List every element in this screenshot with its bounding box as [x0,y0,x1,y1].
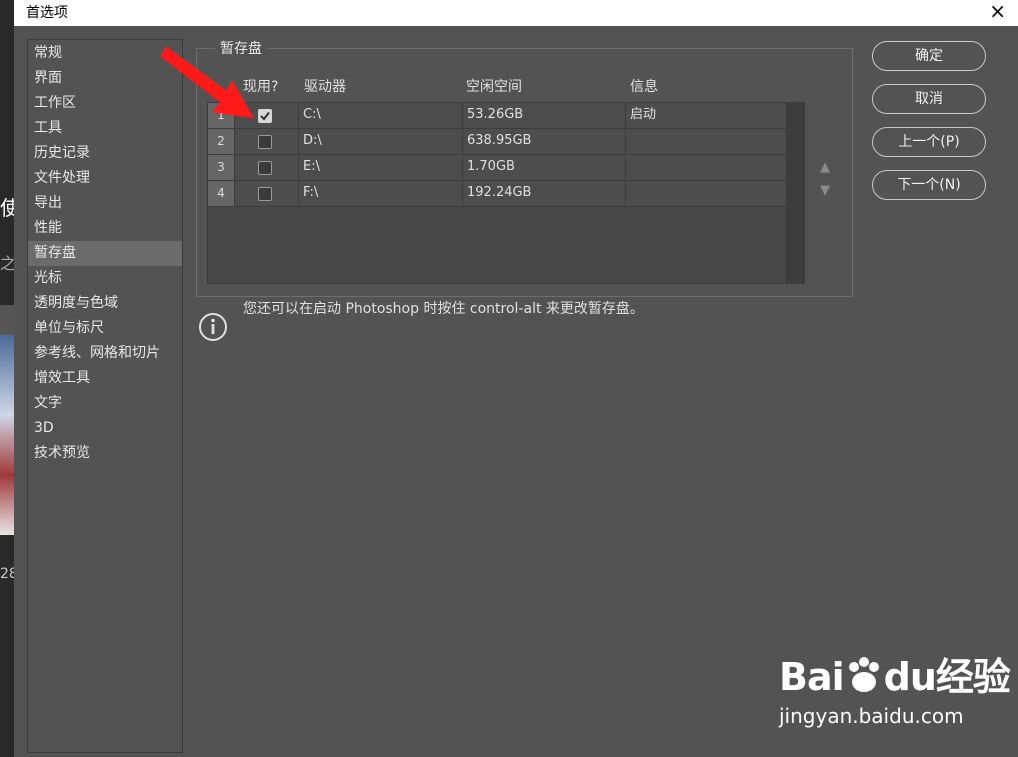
background-photo [0,335,14,535]
sidebar-item-history[interactable]: 历史记录 [28,141,182,166]
drive-cell: C:\ [298,103,462,128]
info-message: 您还可以在启动 Photoshop 时按住 control-alt 来更改暂存盘… [243,301,644,317]
move-up-icon[interactable]: ▲ [820,160,830,175]
sidebar-item-type[interactable]: 文字 [28,391,182,416]
cancel-button[interactable]: 取消 [872,84,986,114]
drive-cell: D:\ [298,129,462,154]
info-icon [199,313,227,341]
info-cell [625,155,786,180]
info-cell: 启动 [625,103,786,128]
active-checkbox-f[interactable] [258,187,272,201]
column-header-info: 信息 [630,79,658,95]
previous-button[interactable]: 上一个(P) [872,127,986,157]
free-space-cell: 53.26GB [462,103,625,128]
ok-button[interactable]: 确定 [872,41,986,71]
column-header-free-space: 空闲空间 [466,79,522,95]
row-number: 4 [208,181,234,206]
sidebar: 常规 界面 工作区 工具 历史记录 文件处理 导出 性能 暂存盘 光标 透明度与… [27,39,183,753]
row-number: 3 [208,155,234,180]
table-scrollbar[interactable] [786,103,804,283]
sidebar-item-plugins[interactable]: 增效工具 [28,366,182,391]
sidebar-item-transparency-gamut[interactable]: 透明度与色域 [28,291,182,316]
sidebar-item-performance[interactable]: 性能 [28,216,182,241]
baidu-jingyan-watermark: Bai du经验 jingyan.baidu.com [779,646,1011,728]
free-space-cell: 638.95GB [462,129,625,154]
sidebar-item-units-rulers[interactable]: 单位与标尺 [28,316,182,341]
sidebar-item-cursors[interactable]: 光标 [28,266,182,291]
table-row[interactable]: 4 F:\ 192.24GB [208,181,786,207]
column-header-drive: 驱动器 [304,79,346,95]
sidebar-item-file-handling[interactable]: 文件处理 [28,166,182,191]
sidebar-item-3d[interactable]: 3D [28,416,182,441]
sidebar-item-guides-grid-slices[interactable]: 参考线、网格和切片 [28,341,182,366]
drive-cell: F:\ [298,181,462,206]
free-space-cell: 1.70GB [462,155,625,180]
close-icon[interactable]: × [989,0,1006,23]
watermark-logo: Bai du经验 [779,655,1011,699]
red-arrow-annotation [160,46,254,118]
active-checkbox-e[interactable] [258,161,272,175]
info-cell [625,129,786,154]
next-button[interactable]: 下一个(N) [872,170,986,200]
free-space-cell: 192.24GB [462,181,625,206]
table-row[interactable]: 3 E:\ 1.70GB [208,155,786,181]
background-strip [0,305,14,335]
watermark-url: jingyan.baidu.com [779,704,964,728]
info-cell [625,181,786,206]
paw-icon [844,655,884,704]
sidebar-item-technology-previews[interactable]: 技术预览 [28,441,182,466]
sidebar-item-scratch-disks[interactable]: 暂存盘 [28,241,182,266]
sidebar-item-export[interactable]: 导出 [28,191,182,216]
drive-cell: E:\ [298,155,462,180]
move-down-icon[interactable]: ▼ [820,183,830,198]
